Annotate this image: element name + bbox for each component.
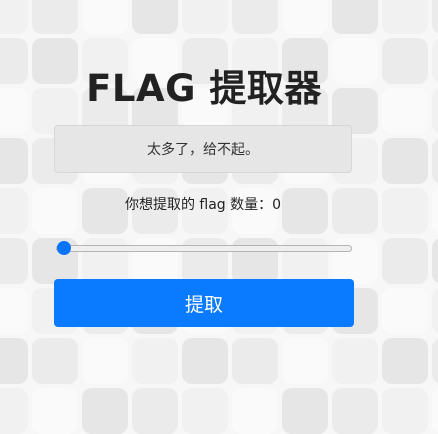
slider-thumb[interactable] [57,241,71,255]
extract-button[interactable]: 提取 [54,279,354,327]
flag-amount-slider[interactable] [56,245,352,252]
status-message-text: 太多了，给不起。 [147,142,259,158]
extract-button-label: 提取 [184,293,223,316]
flag-extractor-panel: FLAG 提取器 太多了，给不起。 你想提取的 flag 数量：0 提取 [0,0,438,403]
page-title: FLAG 提取器 [86,67,322,110]
status-message-box: 太多了，给不起。 [54,125,352,173]
flag-amount-label: 你想提取的 flag 数量：0 [124,197,282,213]
